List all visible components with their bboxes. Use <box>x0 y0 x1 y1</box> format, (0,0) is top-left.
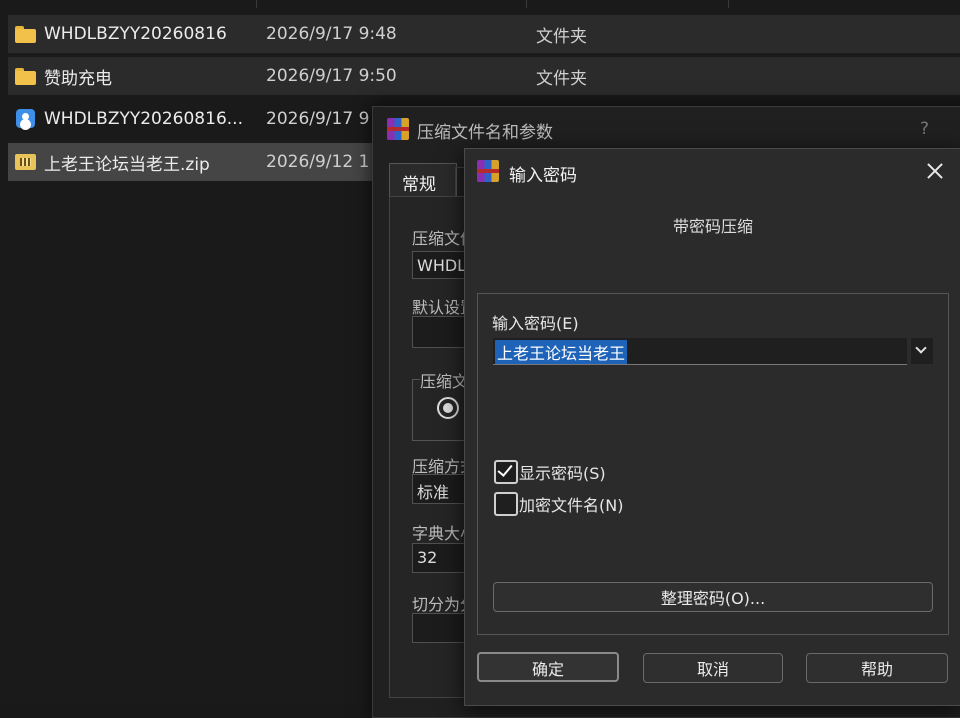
dialog-subtitle: 带密码压缩 <box>672 217 753 236</box>
file-name: WHDLBZYY20260816 <box>44 24 227 44</box>
tab-label: 常规 <box>402 175 436 195</box>
file-row[interactable]: 赞助充电 2026/9/17 9:50 文件夹 <box>8 57 960 95</box>
close-icon[interactable] <box>923 159 947 183</box>
winrar-icon <box>477 160 499 182</box>
enter-password-dialog: 输入密码 带密码压缩 输入密码(E) 上老王论坛当老王 显示密码(S) 加密文件… <box>464 148 960 706</box>
column-divider[interactable] <box>728 0 729 8</box>
file-type: 文件夹 <box>536 26 587 47</box>
encrypt-filenames-checkbox[interactable] <box>494 492 518 516</box>
file-name: 赞助充电 <box>44 68 112 89</box>
file-date: 2026/9/12 1 <box>266 152 370 172</box>
winrar-icon <box>387 118 409 140</box>
file-name: WHDLBZYY20260816... <box>44 109 243 129</box>
dialog-titlebar[interactable]: 压缩文件名和参数 ? <box>373 107 960 151</box>
column-divider[interactable] <box>256 0 257 8</box>
file-name: 上老王论坛当老王.zip <box>44 154 210 175</box>
file-date: 2026/9/17 9:50 <box>266 66 397 86</box>
show-password-label[interactable]: 显示密码(S) <box>519 460 606 484</box>
file-type: 文件夹 <box>536 68 587 89</box>
password-input[interactable]: 上老王论坛当老王 <box>493 338 907 365</box>
folder-icon <box>14 23 38 45</box>
radio-selected-icon[interactable] <box>437 397 459 419</box>
organize-passwords-button[interactable]: 整理密码(O)... <box>493 582 933 612</box>
password-label: 输入密码(E) <box>492 314 579 333</box>
encrypt-filenames-label[interactable]: 加密文件名(N) <box>519 492 623 516</box>
file-date: 2026/9/17 9 <box>266 109 370 129</box>
ok-button[interactable]: 确定 <box>477 652 619 682</box>
dialog-title: 输入密码 <box>509 166 577 186</box>
cancel-button[interactable]: 取消 <box>643 653 783 683</box>
app-icon <box>14 108 38 130</box>
help-icon[interactable]: ? <box>920 119 929 139</box>
chevron-down-icon[interactable] <box>911 338 933 364</box>
show-password-checkbox[interactable] <box>494 460 518 484</box>
help-button[interactable]: 帮助 <box>806 653 948 683</box>
dialog-title: 压缩文件名和参数 <box>417 123 553 143</box>
zip-icon <box>14 151 38 173</box>
password-group: 输入密码(E) 上老王论坛当老王 显示密码(S) 加密文件名(N) 整理密码(O… <box>477 293 949 635</box>
file-date: 2026/9/17 9:48 <box>266 24 397 44</box>
password-value: 上老王论坛当老王 <box>495 340 628 364</box>
column-divider[interactable] <box>526 0 527 8</box>
folder-icon <box>14 65 38 87</box>
file-row[interactable]: WHDLBZYY20260816 2026/9/17 9:48 文件夹 <box>8 15 960 53</box>
tab-general[interactable]: 常规 <box>389 163 457 198</box>
